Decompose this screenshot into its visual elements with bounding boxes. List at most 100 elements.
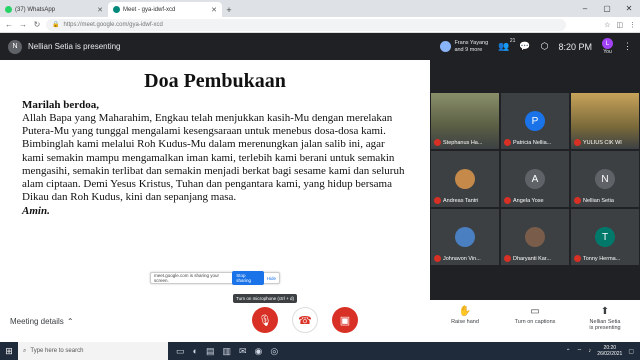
participant-tile[interactable]: Andreas Tantri [430, 150, 500, 208]
hide-button[interactable]: Hide [267, 276, 276, 281]
taskbar-date: 26/02/2021 [597, 351, 623, 357]
slide-title: Doa Pembukaan [144, 70, 286, 92]
participant-tile[interactable]: T Tonny Herma... [570, 208, 640, 266]
captions-label: Turn on captions [514, 319, 556, 325]
captions-button[interactable]: ▭ Turn on captions [510, 306, 560, 331]
mic-off-icon [504, 139, 511, 146]
joiners-name: Frans Yayang [454, 39, 489, 46]
participant-tile[interactable]: YULIUS CIK WI [570, 92, 640, 150]
network-icon[interactable]: ⌔ [577, 347, 583, 355]
participant-tile[interactable]: P Patricia Nellia... [500, 92, 570, 150]
close-icon[interactable]: ✕ [97, 6, 103, 14]
lock-icon: 🔒 [52, 22, 60, 28]
chat-icon[interactable]: 💬 [519, 41, 530, 52]
participant-label: Patricia Nellia... [504, 139, 566, 146]
raise-hand-button[interactable]: ✋ Raise hand [440, 306, 490, 331]
participant-name: Andreas Tantri [443, 197, 479, 204]
volume-icon[interactable]: ♪ [588, 348, 591, 354]
tab-whatsapp[interactable]: (37) WhatsApp ✕ [0, 2, 108, 17]
close-icon[interactable]: ✕ [211, 6, 217, 14]
mic-tooltip: Turn on microphone (ctrl + d) [233, 294, 297, 303]
file-explorer-icon[interactable]: ▤ [206, 346, 215, 357]
url-text: https://meet.google.com/gya-idwf-xcd [63, 21, 163, 28]
participant-label: Johnavon Vin... [434, 255, 496, 262]
notifications-icon[interactable]: ▢ [628, 348, 634, 355]
participant-label: Tonny Herma... [574, 255, 636, 262]
participant-label: Angela Yose [504, 197, 566, 204]
task-view-icon[interactable]: ▭ [176, 346, 185, 357]
reload-icon[interactable]: ↻ [32, 20, 42, 29]
close-window-icon[interactable]: ✕ [618, 0, 640, 17]
screen: (37) WhatsApp ✕ Meet - gya-idwf-xcd ✕ + … [0, 0, 640, 360]
forward-icon[interactable]: → [18, 20, 28, 29]
participant-tile[interactable]: A Angela Yose [500, 150, 570, 208]
camera-toggle-button[interactable]: ▣ [332, 307, 358, 333]
tab-meet[interactable]: Meet - gya-idwf-xcd ✕ [108, 2, 222, 17]
mic-off-icon [504, 255, 511, 262]
more-options-icon[interactable]: ⋮ [623, 41, 632, 52]
system-tray: ⌃ ⌔ ♪ 20:20 26/02/2021 ▢ [566, 345, 640, 357]
activities-icon[interactable]: ⬡ [541, 41, 549, 52]
participant-name: YULIUS CIK WI [583, 139, 622, 146]
chrome-icon[interactable]: ◎ [270, 346, 278, 357]
presenter-avatar: N [8, 39, 22, 54]
extensions-icon[interactable]: ◫ [616, 21, 623, 29]
browser-actions: ☆ ◫ ⋮ [604, 21, 636, 29]
maximize-icon[interactable]: ▢ [596, 0, 618, 17]
back-icon[interactable]: ← [4, 20, 14, 29]
tab-title: (37) WhatsApp [15, 6, 56, 13]
presenter-label: Nellian Setia is presenting [28, 42, 121, 51]
mail-icon[interactable]: ✉ [239, 346, 247, 357]
menu-icon[interactable]: ⋮ [629, 21, 636, 29]
windows-start-icon[interactable]: ⊞ [0, 346, 18, 357]
presenting-button[interactable]: ⬆ Nellian Setia is presenting [580, 306, 630, 331]
share-notice-text: meet.google.com is sharing your screen. [154, 273, 220, 283]
meet-bottom-bar: Meeting details ⌃ Turn on microphone (ct… [0, 294, 640, 342]
browser-tabstrip: (37) WhatsApp ✕ Meet - gya-idwf-xcd ✕ + … [0, 0, 640, 17]
participant-name: Dharyanti Kar... [513, 255, 551, 262]
participant-label: Stephanus Ha... [434, 139, 496, 146]
store-icon[interactable]: ▥ [222, 346, 231, 357]
minimize-icon[interactable]: – [574, 0, 596, 17]
participant-tile[interactable]: Stephanus Ha... [430, 92, 500, 150]
slide-body: Allah Bapa yang Maharahim, Engkau telah … [22, 112, 405, 204]
firefox-icon[interactable]: ◉ [255, 346, 263, 357]
mic-off-icon [574, 197, 581, 204]
meeting-details-label: Meeting details [10, 316, 64, 326]
chevron-up-icon[interactable]: ⌃ [566, 348, 571, 355]
meeting-details-button[interactable]: Meeting details ⌃ [10, 317, 74, 326]
taskbar-apps: ▭ ◐ ▤ ▥ ✉ ◉ ◎ [176, 346, 278, 357]
star-icon[interactable]: ☆ [604, 21, 610, 29]
new-tab-button[interactable]: + [222, 3, 236, 17]
microphone-toggle-button[interactable]: 🎙 [252, 307, 278, 333]
participant-label: Nellian Setia [574, 197, 636, 204]
edge-icon[interactable]: ◐ [193, 346, 198, 357]
call-controls: 🎙 ☎ ▣ [252, 307, 358, 333]
participant-tile[interactable]: N Nellian Setia [570, 150, 640, 208]
bottom-right-actions: ✋ Raise hand ▭ Turn on captions ⬆ Nellia… [440, 306, 630, 331]
avatar [455, 169, 475, 189]
avatar [525, 227, 545, 247]
stop-sharing-button[interactable]: Stop sharing [232, 271, 264, 285]
participant-name: Johnavon Vin... [443, 255, 481, 262]
mic-off-icon [434, 197, 441, 204]
mic-off-icon [434, 139, 441, 146]
joiners-text: Frans Yayang and 9 more [454, 40, 488, 54]
taskbar-search[interactable]: ⌕ Type here to search [18, 342, 168, 360]
leave-call-button[interactable]: ☎ [292, 307, 318, 333]
self-avatar[interactable]: L You [602, 38, 613, 55]
taskbar-clock[interactable]: 20:20 26/02/2021 [597, 345, 622, 357]
mic-off-icon [434, 255, 441, 262]
avatar: T [595, 227, 615, 247]
avatar: N [595, 169, 615, 189]
url-field[interactable]: 🔒 https://meet.google.com/gya-idwf-xcd [46, 18, 566, 31]
search-placeholder: Type here to search [30, 348, 84, 354]
people-icon[interactable]: 👥 21 [498, 38, 515, 52]
chevron-up-icon: ⌃ [66, 316, 74, 326]
mic-off-icon [504, 197, 511, 204]
participant-tile[interactable]: Johnavon Vin... [430, 208, 500, 266]
you-label: You [603, 49, 612, 55]
present-icon: ⬆ [600, 306, 610, 317]
address-bar: ← → ↻ 🔒 https://meet.google.com/gya-idwf… [0, 17, 640, 33]
participant-tile[interactable]: Dharyanti Kar... [500, 208, 570, 266]
